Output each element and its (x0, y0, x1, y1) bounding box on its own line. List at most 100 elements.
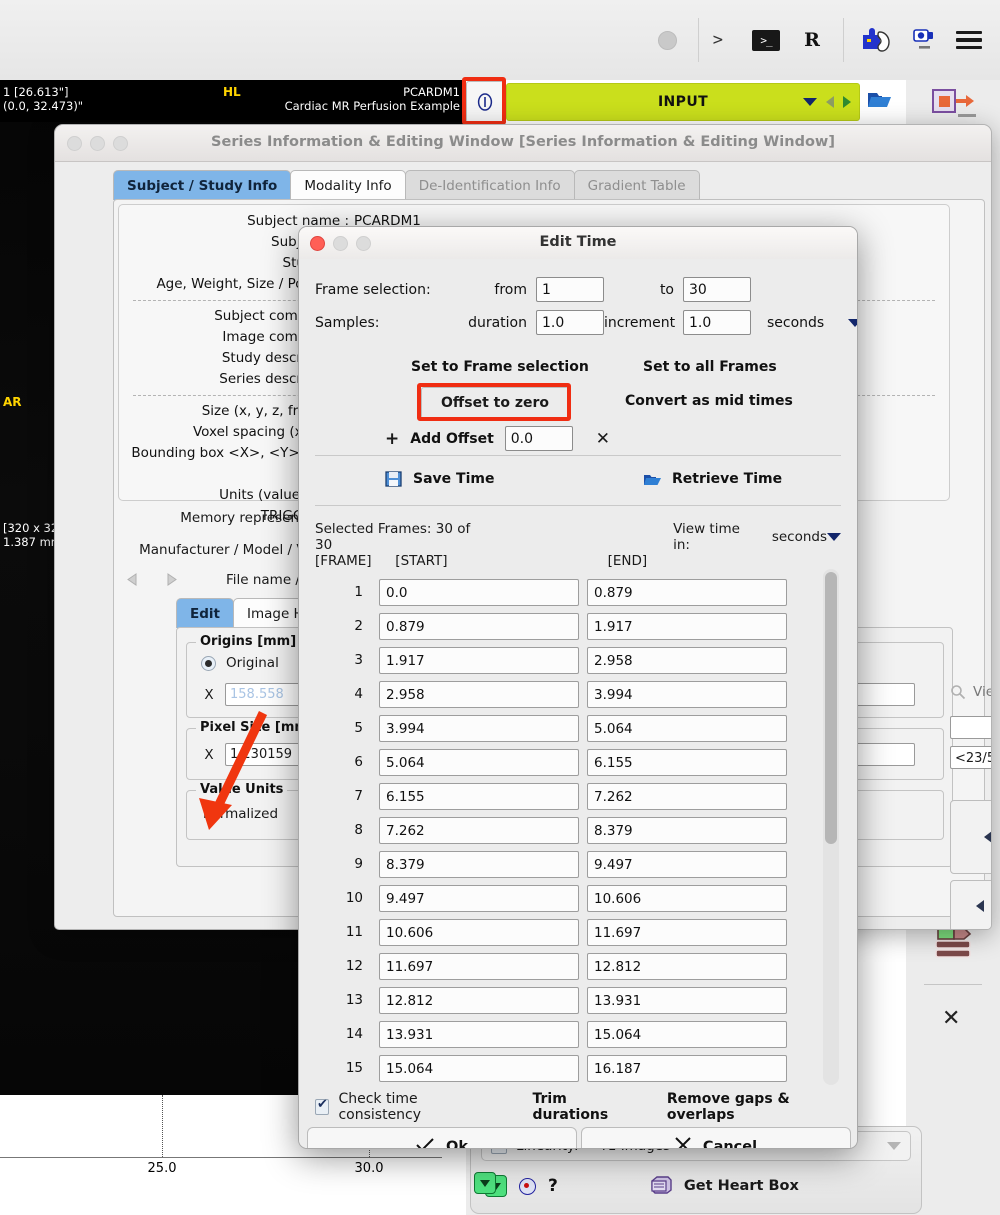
next-file-button[interactable] (163, 572, 180, 587)
screenshot-button[interactable] (902, 17, 946, 63)
frame-end-input[interactable]: 3.994 (587, 680, 787, 708)
frame-start-input[interactable]: 11.697 (379, 952, 579, 980)
add-offset-input[interactable]: 0.0 (504, 426, 573, 451)
folder-open-icon (643, 472, 661, 487)
frame-start-input[interactable]: 7.262 (379, 816, 579, 844)
close-icon[interactable]: ✕ (596, 429, 610, 449)
frame-end-input[interactable]: 11.697 (587, 918, 787, 946)
frame-start-input[interactable]: 10.606 (379, 918, 579, 946)
plus-icon[interactable]: + (385, 429, 399, 449)
frame-end-input[interactable]: 10.606 (587, 884, 787, 912)
frame-end-input[interactable]: 16.187 (587, 1054, 787, 1082)
frame-end-input[interactable]: 6.155 (587, 748, 787, 776)
frame-end-input[interactable]: 13.931 (587, 986, 787, 1014)
frame-to-input[interactable]: 30 (683, 277, 751, 302)
frame-start-input[interactable]: 8.379 (379, 850, 579, 878)
blank-text-field[interactable] (950, 716, 991, 739)
convert-as-mid-times-button[interactable]: Convert as mid times (625, 393, 793, 409)
frames-scrollbar-thumb[interactable] (825, 572, 837, 844)
frame-end-input[interactable]: 12.812 (587, 952, 787, 980)
origins-group-title: Origins [mm] (196, 634, 301, 649)
prompt-button[interactable]: > (709, 17, 741, 63)
record-dot-button[interactable] (648, 17, 688, 63)
input-series-selector[interactable]: INPUT (506, 83, 860, 121)
radio-original[interactable] (201, 655, 216, 671)
retrieve-time-button[interactable]: Retrieve Time (643, 471, 782, 487)
set-origins-button[interactable]: Set Origins (950, 800, 991, 874)
set-pixel-size-button[interactable]: Set Pixel Size (950, 880, 991, 929)
increment-input[interactable]: 1.0 (683, 310, 751, 335)
patient-info-overlay: PCARDM1 Cardiac MR Perfusion Example (220, 85, 460, 113)
view-time-in-value[interactable]: seconds (772, 529, 827, 545)
frame-end-input[interactable]: 8.379 (587, 816, 787, 844)
set-to-all-frames-button[interactable]: Set to all Frames (643, 359, 777, 375)
series-info-button[interactable] (466, 81, 504, 123)
frame-start-input[interactable]: 9.497 (379, 884, 579, 912)
chevron-down-icon[interactable] (827, 533, 841, 541)
stack-of-books-icon[interactable] (930, 924, 978, 966)
transfer-icon[interactable] (930, 86, 976, 116)
chevron-down-icon[interactable] (803, 98, 817, 106)
plot-run-icon[interactable] (474, 1172, 496, 1194)
frame-end-input[interactable]: 5.064 (587, 714, 787, 742)
help-button[interactable]: ? (548, 1176, 558, 1196)
frame-start-input[interactable]: 2.958 (379, 680, 579, 708)
frame-end-input[interactable]: 1.917 (587, 612, 787, 640)
frame-start-input[interactable]: 1.917 (379, 646, 579, 674)
tab-modality-info[interactable]: Modality Info (290, 170, 406, 200)
frame-end-input[interactable]: 9.497 (587, 850, 787, 878)
save-time-button[interactable]: Save Time (385, 471, 494, 487)
frame-start-input[interactable]: 6.155 (379, 782, 579, 810)
frame-start-input[interactable]: 0.879 (379, 612, 579, 640)
ok-button[interactable]: Ok (307, 1127, 577, 1148)
db-id-field[interactable]: <23/50/0/*/Demo> (950, 746, 991, 769)
remove-gaps-overlaps-button[interactable]: Remove gaps & overlaps (667, 1091, 841, 1123)
duration-input[interactable]: 1.0 (536, 310, 604, 335)
terminal-button[interactable]: >_ (741, 17, 791, 63)
cancel-button[interactable]: Cancel (581, 1127, 851, 1148)
edit-time-titlebar[interactable]: Edit Time (299, 227, 857, 260)
open-file-button[interactable] (866, 88, 894, 112)
offset-to-zero-button[interactable]: Offset to zero (421, 387, 569, 419)
chevron-down-icon[interactable] (887, 1142, 901, 1150)
chevron-left-icon (976, 900, 985, 912)
toolbar-divider (697, 18, 699, 62)
close-icon[interactable]: ✕ (942, 1008, 960, 1030)
retrieve-time-label: Retrieve Time (672, 471, 783, 487)
frame-start-input[interactable]: 15.064 (379, 1054, 579, 1082)
frame-end-input[interactable]: 2.958 (587, 646, 787, 674)
tab-deidentification-info[interactable]: De-Identification Info (404, 170, 575, 200)
check-time-consistency-checkbox[interactable] (315, 1097, 330, 1115)
slice-coords: (0.0, 32.473)" (3, 99, 84, 113)
frame-start-input[interactable]: 5.064 (379, 748, 579, 776)
tab-subject-study-info[interactable]: Subject / Study Info (113, 170, 292, 200)
previous-series-icon[interactable] (826, 96, 834, 108)
tab-gradient-table[interactable]: Gradient Table (573, 170, 700, 200)
frame-end-input[interactable]: 0.879 (587, 578, 787, 606)
frame-start-input[interactable]: 0.0 (379, 578, 579, 606)
trim-durations-button[interactable]: Trim durations (532, 1091, 634, 1123)
frame-start-input[interactable]: 3.994 (379, 714, 579, 742)
divider (315, 505, 841, 506)
add-offset-label[interactable]: Add Offset (410, 431, 494, 447)
main-menu-button[interactable] (946, 17, 992, 63)
frame-end-input[interactable]: 7.262 (587, 782, 787, 810)
frame-start-input[interactable]: 12.812 (379, 986, 579, 1014)
plugins-button[interactable] (854, 17, 902, 63)
view-button-label[interactable]: View (973, 684, 991, 700)
frame-end-input[interactable]: 15.064 (587, 1020, 787, 1048)
series-window-titlebar[interactable]: Series Information & Editing Window [Ser… (55, 125, 991, 162)
edit-time-body: Frame selection: from 1 to 30 Samples: d… (299, 259, 857, 1148)
next-series-icon[interactable] (843, 96, 851, 108)
chevron-down-icon[interactable] (848, 318, 857, 327)
frame-from-input[interactable]: 1 (536, 277, 604, 302)
set-to-frame-selection-button[interactable]: Set to Frame selection (411, 359, 589, 375)
get-heart-box-button[interactable]: Get Heart Box (650, 1175, 799, 1198)
tab-edit[interactable]: Edit (176, 598, 234, 628)
view-row: View (950, 684, 991, 700)
frame-start-input[interactable]: 13.931 (379, 1020, 579, 1048)
box-icon (650, 1175, 672, 1198)
previous-file-button[interactable] (124, 572, 141, 587)
target-icon[interactable] (519, 1177, 536, 1195)
r-console-button[interactable]: R (791, 17, 833, 63)
